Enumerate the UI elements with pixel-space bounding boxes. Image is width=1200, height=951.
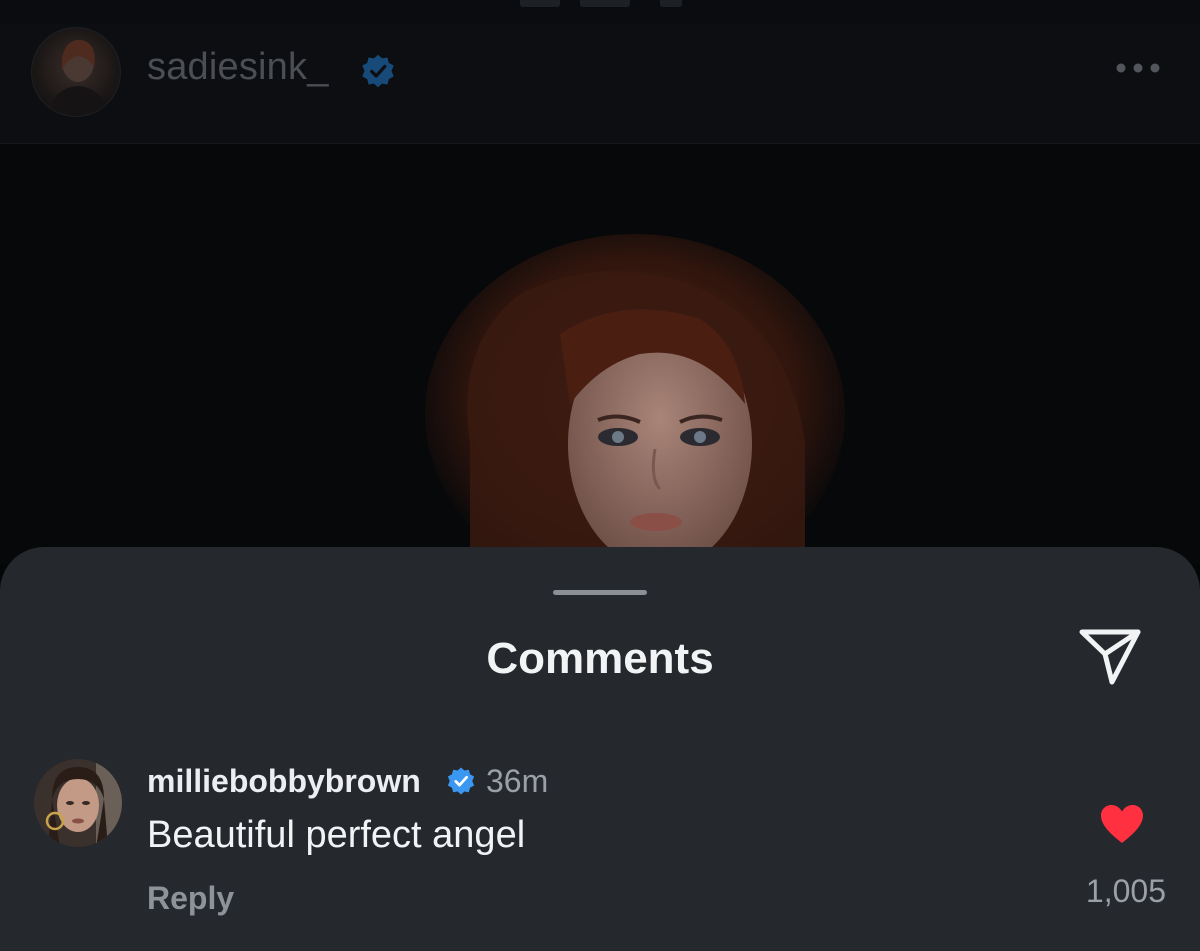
top-bar-remnant <box>0 0 1200 25</box>
author-avatar[interactable] <box>31 27 121 117</box>
portrait-photo <box>425 234 845 564</box>
sheet-title: Comments <box>486 634 714 683</box>
comment-text: Beautiful perfect angel <box>147 814 526 856</box>
verified-badge-icon <box>447 767 475 795</box>
reply-button[interactable]: Reply <box>147 878 234 918</box>
comment-timestamp: 36m <box>486 763 549 799</box>
commenter-avatar-image <box>34 759 122 847</box>
paper-plane-icon[interactable] <box>1078 627 1142 687</box>
author-username[interactable]: sadiesink_ <box>147 46 329 89</box>
sheet-drag-handle[interactable] <box>553 590 647 595</box>
like-count: 1,005 <box>1085 873 1166 909</box>
commenter-avatar[interactable] <box>34 759 122 847</box>
post-header: sadiesink_ <box>0 24 1200 144</box>
more-dots-icon[interactable] <box>1115 62 1161 74</box>
verified-badge-icon <box>362 54 394 88</box>
comments-sheet: Comments milliebobbybrown 36m Beautiful … <box>0 547 1200 951</box>
top-bar-mark <box>660 0 682 7</box>
author-avatar-image <box>48 39 108 116</box>
top-bar-mark <box>520 0 560 7</box>
commenter-username[interactable]: milliebobbybrown <box>147 762 421 800</box>
post-photo[interactable] <box>0 144 1200 564</box>
heart-icon[interactable] <box>1099 803 1145 845</box>
top-bar-mark <box>580 0 630 7</box>
